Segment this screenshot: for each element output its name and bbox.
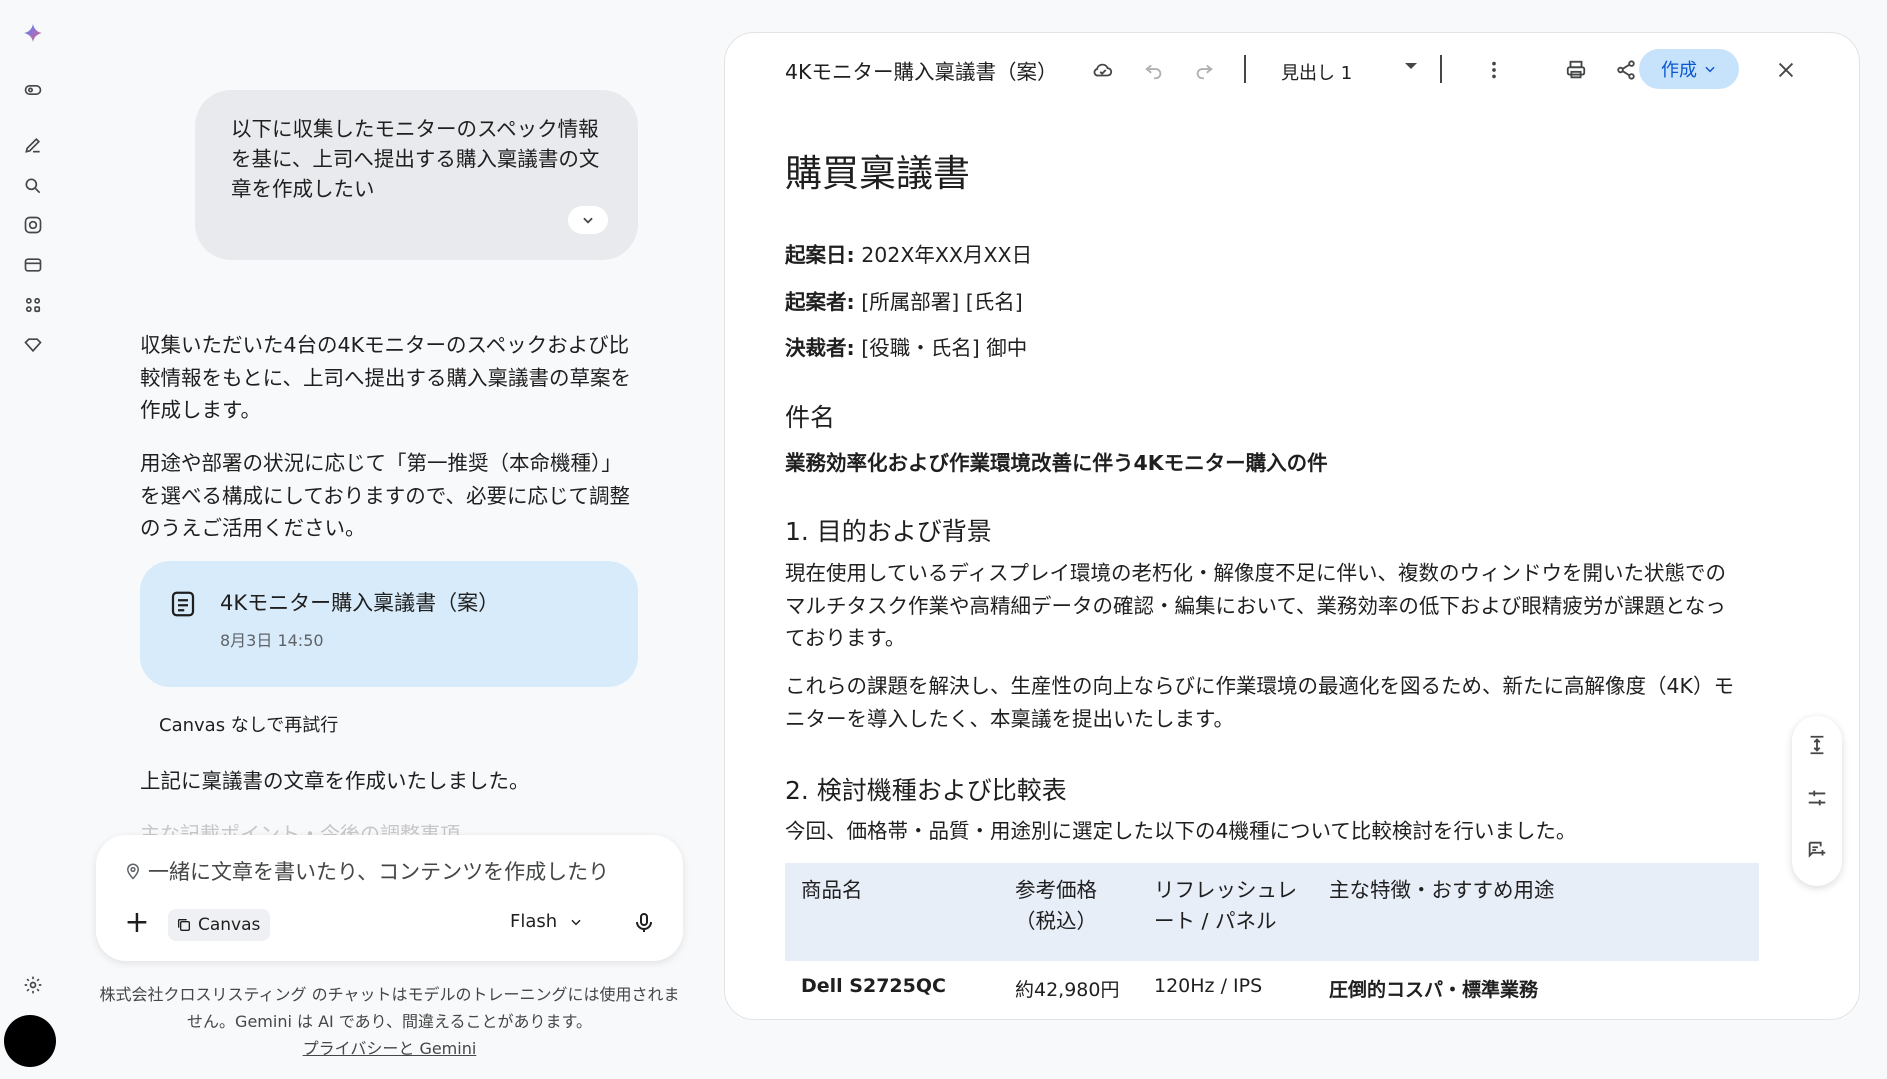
disclaimer: 株式会社クロスリスティング のチャットはモデルのトレーニングには使用されません。… <box>96 981 683 1062</box>
prompt-input-placeholder[interactable]: 一緒に文章を書いたり、コンテンツを作成したり <box>148 856 609 886</box>
toolbar-divider <box>1440 55 1442 83</box>
disclaimer-text: 株式会社クロスリスティング のチャットはモデルのトレーニングには使用されません。… <box>99 985 680 1031</box>
table-header-cell: 参考価格（税込） <box>1015 878 1097 933</box>
new-chat-icon[interactable] <box>22 134 44 156</box>
subject-text: 業務効率化および作業環境改善に伴う4Kモニター購入の件 <box>785 451 1328 475</box>
dropdown-caret-icon[interactable] <box>1405 63 1417 69</box>
section-heading: 件名 <box>785 403 836 432</box>
cloud-save-icon[interactable] <box>1090 57 1116 83</box>
toolbar-divider <box>1244 55 1246 83</box>
search-icon[interactable] <box>22 175 44 197</box>
paragraph: 今回、価格帯・品質・用途別に選定した以下の4機種について比較検討を行いました。 <box>785 819 1577 843</box>
prompt-input-box[interactable]: 一緒に文章を書いたり、コンテンツを作成したり + Canvas Flash <box>96 835 683 961</box>
canvas-title: 4Kモニター購入稟議書（案） <box>785 60 1058 84</box>
document-icon <box>168 589 198 619</box>
table-cell: 圧倒的コスパ・標準業務 <box>1329 979 1539 1001</box>
undo-icon[interactable] <box>1141 57 1167 83</box>
close-icon[interactable] <box>1773 57 1799 83</box>
chevron-down-icon <box>1705 66 1715 73</box>
comparison-table: 商品名 参考価格（税込） リフレッシュレート / パネル 主な特徴・おすすめ用途… <box>785 863 1759 1019</box>
gems-icon[interactable] <box>22 334 44 356</box>
user-message-bubble: 以下に収集したモニターのスペック情報を基に、上司へ提出する購入稟議書の文章を作成… <box>195 90 638 260</box>
tune-icon[interactable] <box>1805 786 1829 810</box>
doc-card-title: 4Kモニター購入稟議書（案） <box>220 591 500 615</box>
microphone-icon[interactable] <box>632 909 658 939</box>
canvas-chip-label: Canvas <box>198 915 261 935</box>
print-icon[interactable] <box>1563 57 1589 83</box>
doc-meta-date: 起案日: 202X年XX月XX日 <box>785 243 1033 267</box>
apps-icon[interactable] <box>22 294 44 316</box>
add-attachment-button[interactable]: + <box>122 908 152 939</box>
table-cell: 120Hz / IPS <box>1154 975 1263 997</box>
paragraph: これらの課題を解決し、生産性の向上ならびに作業環境の最適化を図るため、新たに高解… <box>785 674 1734 731</box>
table-header-cell: リフレッシュレート / パネル <box>1154 878 1298 933</box>
response-paragraph: 用途や部署の状況に応じて「第一推奨（本命機種）」を選べる構成にしておりますので、… <box>140 451 630 540</box>
paragraph: 現在使用しているディスプレイ環境の老朽化・解像度不足に伴い、複数のウィンドウを開… <box>785 561 1726 650</box>
redo-icon[interactable] <box>1191 57 1217 83</box>
canvas-icon <box>178 919 190 931</box>
gemini-spark-icon[interactable] <box>22 22 44 44</box>
table-cell: Dell S2725QC <box>801 975 946 997</box>
canvas-doc-card[interactable]: 4Kモニター購入稟議書（案） 8月3日 14:50 <box>140 561 638 687</box>
settings-icon[interactable] <box>22 974 44 996</box>
section-heading: 2. 検討機種および比較表 <box>785 776 1067 805</box>
avatar[interactable] <box>4 1015 56 1067</box>
table-cell: 約42,980円 <box>1015 979 1120 1001</box>
table-header-cell: 商品名 <box>801 878 863 902</box>
floating-edit-toolbar <box>1792 716 1842 886</box>
location-pin-icon <box>124 861 142 881</box>
saved-icon[interactable] <box>22 254 44 276</box>
chevron-down-icon <box>583 217 593 224</box>
create-button[interactable]: 作成 <box>1639 49 1739 89</box>
user-message-text: 以下に収集したモニターのスペック情報を基に、上司へ提出する購入稟議書の文章を作成… <box>231 117 600 201</box>
doc-meta-approver: 決裁者: [役職・氏名] 御中 <box>785 336 1028 360</box>
add-comment-icon[interactable] <box>1805 838 1829 862</box>
share-icon[interactable] <box>1613 57 1639 83</box>
create-button-label: 作成 <box>1661 60 1697 81</box>
privacy-link[interactable]: プライバシーと Gemini <box>96 1035 683 1062</box>
sidebar-toggle-icon[interactable] <box>22 79 44 101</box>
expand-message-button[interactable] <box>568 206 608 234</box>
response-paragraph: 上記に稟議書の文章を作成いたしました。 <box>140 769 530 793</box>
table-header-row: 商品名 参考価格（税込） リフレッシュレート / パネル 主な特徴・おすすめ用途 <box>785 863 1759 961</box>
model-name: Flash <box>510 911 558 932</box>
doc-meta-drafter: 起案者: [所属部署] [氏名] <box>785 290 1023 314</box>
section-heading: 1. 目的および背景 <box>785 517 992 546</box>
explore-icon[interactable] <box>22 214 44 236</box>
model-selector[interactable]: Flash <box>510 911 583 932</box>
canvas-tool-chip[interactable]: Canvas <box>168 909 271 941</box>
chevron-down-icon <box>571 919 581 925</box>
canvas-panel: 4Kモニター購入稟議書（案） 見出し 1 作成 購買稟議書 起案日: 202X年… <box>724 32 1860 1020</box>
retry-without-canvas-link[interactable]: Canvas なしで再試行 <box>159 711 338 737</box>
more-vert-icon[interactable] <box>1481 57 1507 83</box>
adjust-length-icon[interactable] <box>1805 733 1829 757</box>
doc-card-date: 8月3日 14:50 <box>220 631 324 650</box>
heading-style-select[interactable]: 見出し 1 <box>1281 59 1352 85</box>
table-header-cell: 主な特徴・おすすめ用途 <box>1329 878 1555 902</box>
doc-title: 購買稟議書 <box>785 152 970 195</box>
left-rail <box>0 0 66 1079</box>
table-row: Dell S2725QC 約42,980円 120Hz / IPS 圧倒的コスパ… <box>785 961 1759 1019</box>
response-paragraph: 収集いただいた4台の4Kモニターのスペックおよび比較情報をもとに、上司へ提出する… <box>140 333 631 422</box>
